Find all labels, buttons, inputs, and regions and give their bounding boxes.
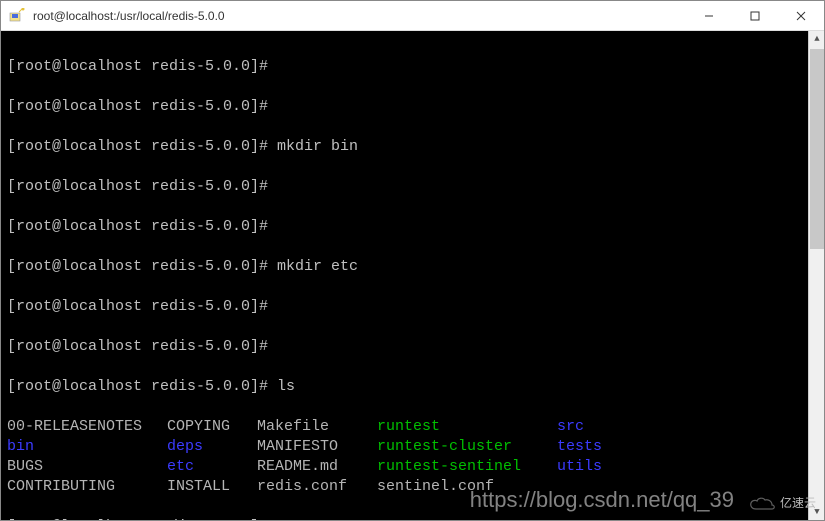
- prompt: [root@localhost redis-5.0.0]#: [7, 298, 268, 315]
- minimize-button[interactable]: [686, 1, 732, 30]
- ls-entry: etc: [167, 457, 257, 477]
- prompt: [root@localhost redis-5.0.0]#: [7, 218, 268, 235]
- ls-entry: COPYING: [167, 417, 257, 437]
- prompt: [root@localhost redis-5.0.0]#: [7, 518, 268, 520]
- ls-entry: README.md: [257, 457, 377, 477]
- cloud-text: 亿速云: [780, 494, 816, 514]
- ls-entry: Makefile: [257, 417, 377, 437]
- ls-entry: utils: [557, 457, 627, 477]
- ls-entry: deps: [167, 437, 257, 457]
- ls-entry: src: [557, 417, 627, 437]
- putty-icon: [9, 8, 25, 24]
- prompt: [root@localhost redis-5.0.0]#: [7, 138, 268, 155]
- ls-entry: runtest-cluster: [377, 437, 557, 457]
- terminal-line: [root@localhost redis-5.0.0]#: [7, 337, 818, 357]
- scroll-thumb[interactable]: [810, 49, 824, 249]
- command: mkdir etc: [268, 258, 358, 275]
- prompt: [root@localhost redis-5.0.0]#: [7, 258, 268, 275]
- ls-entry: runtest: [377, 417, 557, 437]
- ls-entry: BUGS: [7, 457, 167, 477]
- scroll-up-icon[interactable]: ▲: [809, 31, 824, 47]
- ls-entry: redis.conf: [257, 477, 377, 497]
- window-title: root@localhost:/usr/local/redis-5.0.0: [33, 9, 686, 23]
- prompt: [root@localhost redis-5.0.0]#: [7, 178, 268, 195]
- prompt: [root@localhost redis-5.0.0]#: [7, 98, 268, 115]
- window-controls: [686, 1, 824, 30]
- command: mkdir bin: [268, 138, 358, 155]
- ls-entry: bin: [7, 437, 167, 457]
- terminal-line: [root@localhost redis-5.0.0]#: [7, 297, 818, 317]
- cloud-logo: 亿速云: [748, 494, 816, 514]
- terminal-line: [root@localhost redis-5.0.0]#: [7, 177, 818, 197]
- app-window: root@localhost:/usr/local/redis-5.0.0 [r…: [0, 0, 825, 521]
- terminal-line: [root@localhost redis-5.0.0]#: [7, 217, 818, 237]
- prompt: [root@localhost redis-5.0.0]#: [7, 58, 268, 75]
- prompt: [root@localhost redis-5.0.0]#: [7, 378, 268, 395]
- ls-entry: 00-RELEASENOTES: [7, 417, 167, 437]
- ls-entry: MANIFESTO: [257, 437, 377, 457]
- close-button[interactable]: [778, 1, 824, 30]
- ls-output: 00-RELEASENOTES bin BUGS CONTRIBUTING CO…: [7, 417, 818, 497]
- titlebar[interactable]: root@localhost:/usr/local/redis-5.0.0: [1, 1, 824, 31]
- prompt: [root@localhost redis-5.0.0]#: [7, 338, 268, 355]
- terminal-line: [root@localhost redis-5.0.0]#: [7, 57, 818, 77]
- command: ls: [268, 378, 295, 395]
- terminal-line: [root@localhost redis-5.0.0]# mkdir bin: [7, 137, 818, 157]
- ls-entry: runtest-sentinel: [377, 457, 557, 477]
- terminal-area[interactable]: [root@localhost redis-5.0.0]# [root@loca…: [1, 31, 824, 520]
- ls-entry: INSTALL: [167, 477, 257, 497]
- terminal-line: [root@localhost redis-5.0.0]# ls: [7, 377, 818, 397]
- ls-entry: CONTRIBUTING: [7, 477, 167, 497]
- watermark-text: https://blog.csdn.net/qq_39: [470, 490, 734, 510]
- terminal-line: [root@localhost redis-5.0.0]#: [7, 517, 818, 520]
- terminal-line: [root@localhost redis-5.0.0]#: [7, 97, 818, 117]
- terminal-line: [root@localhost redis-5.0.0]# mkdir etc: [7, 257, 818, 277]
- maximize-button[interactable]: [732, 1, 778, 30]
- scrollbar[interactable]: ▲ ▼: [808, 31, 824, 520]
- ls-entry: tests: [557, 437, 627, 457]
